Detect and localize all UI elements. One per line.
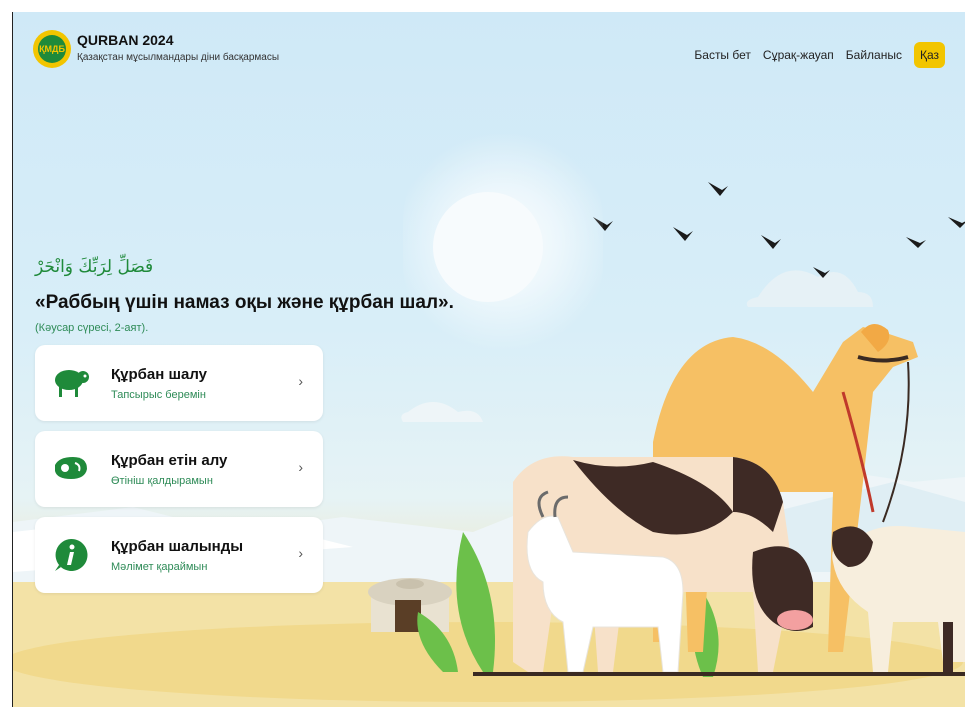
nav-home[interactable]: Басты бет	[694, 48, 751, 62]
nav-contact[interactable]: Байланыс	[846, 48, 902, 62]
verse-source: (Кәусар сүресі, 2-аят).	[35, 322, 149, 334]
header: ҚМДБ QURBAN 2024 Қазақстан мұсылмандары …	[13, 12, 965, 76]
info-icon	[55, 538, 88, 571]
card-subtitle: Өтініш қалдырамын	[111, 475, 213, 487]
language-switcher[interactable]: Қаз	[913, 42, 945, 68]
sun	[433, 192, 543, 302]
card-subtitle: Тапсырыс беремін	[111, 389, 206, 401]
meat-icon	[55, 457, 87, 479]
logo-icon[interactable]: ҚМДБ	[33, 30, 71, 68]
card-title: Құрбан шалу	[111, 366, 208, 383]
card-order-sacrifice[interactable]: Құрбан шалу Тапсырыс беремін ›	[35, 345, 323, 421]
chevron-right-icon: ›	[298, 373, 303, 389]
card-receive-meat[interactable]: Құрбан етін алу Өтініш қалдырамын ›	[35, 431, 323, 507]
sheep-icon	[55, 370, 89, 397]
page-frame: ҚМДБ QURBAN 2024 Қазақстан мұсылмандары …	[12, 12, 965, 707]
card-title: Құрбан етін алу	[111, 452, 228, 469]
hero-quote: «Раббың үшін намаз оқы және құрбан шал».	[35, 292, 454, 313]
logo-text: ҚМДБ	[38, 35, 66, 63]
arabic-verse: فَصَلِّ لِرَبِّكَ وَانْحَرْ	[35, 257, 154, 277]
nav-faq[interactable]: Сұрақ-жауап	[763, 48, 834, 62]
card-sacrifice-done[interactable]: Құрбан шалынды Мәлімет қараймын ›	[35, 517, 323, 593]
chevron-right-icon: ›	[298, 545, 303, 561]
top-nav: Басты бет Сұрақ-жауап Байланыс Қаз	[694, 42, 945, 68]
card-title: Құрбан шалынды	[111, 538, 244, 555]
chevron-right-icon: ›	[298, 459, 303, 475]
card-subtitle: Мәлімет қараймын	[111, 561, 208, 573]
brand-title[interactable]: QURBAN 2024	[77, 32, 173, 48]
brand-subtitle: Қазақстан мұсылмандары діни басқармасы	[77, 52, 280, 63]
